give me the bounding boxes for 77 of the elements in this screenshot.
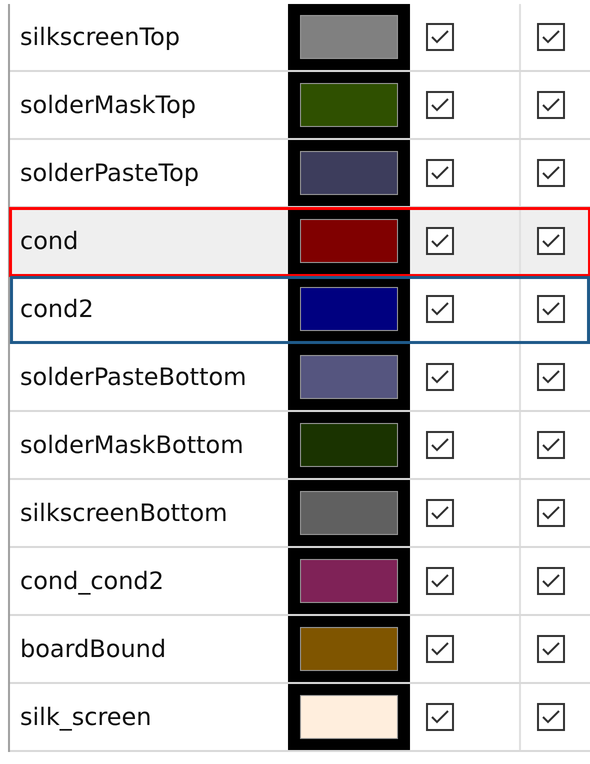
layer-row[interactable]: solderMaskBottom bbox=[10, 412, 590, 480]
checkmark-icon bbox=[430, 97, 450, 113]
checkmark-icon bbox=[541, 97, 561, 113]
checkbox[interactable] bbox=[426, 159, 454, 187]
checkbox[interactable] bbox=[537, 295, 565, 323]
checkbox[interactable] bbox=[537, 567, 565, 595]
checkmark-icon bbox=[430, 233, 450, 249]
checkmark-icon bbox=[541, 709, 561, 725]
layer-name: silkscreenBottom bbox=[20, 498, 228, 529]
checkmark-icon bbox=[541, 233, 561, 249]
layer-name: silkscreenTop bbox=[20, 22, 180, 53]
layer-name: cond_cond2 bbox=[20, 566, 164, 597]
layer-name: silk_screen bbox=[20, 702, 152, 733]
layer-row[interactable]: solderPasteTop bbox=[10, 140, 590, 208]
checkmark-icon bbox=[541, 165, 561, 181]
checkbox[interactable] bbox=[537, 159, 565, 187]
checkmark-icon bbox=[430, 573, 450, 589]
checkmark-icon bbox=[430, 641, 450, 657]
layer-row[interactable]: cond2 bbox=[10, 276, 590, 344]
color-swatch[interactable] bbox=[300, 355, 398, 399]
layer-name: solderPasteTop bbox=[20, 158, 200, 189]
layer-row[interactable]: solderMaskTop bbox=[10, 72, 590, 140]
checkmark-icon bbox=[541, 437, 561, 453]
checkbox[interactable] bbox=[426, 499, 454, 527]
color-swatch[interactable] bbox=[300, 287, 398, 331]
checkbox[interactable] bbox=[426, 431, 454, 459]
layer-row[interactable]: cond_cond2 bbox=[10, 548, 590, 616]
layer-row[interactable]: cond bbox=[10, 208, 590, 276]
checkmark-icon bbox=[430, 709, 450, 725]
color-swatch[interactable] bbox=[300, 627, 398, 671]
checkmark-icon bbox=[430, 437, 450, 453]
checkbox[interactable] bbox=[426, 91, 454, 119]
color-swatch[interactable] bbox=[300, 15, 398, 59]
checkmark-icon bbox=[541, 641, 561, 657]
color-swatch[interactable] bbox=[300, 151, 398, 195]
layer-row[interactable]: solderPasteBottom bbox=[10, 344, 590, 412]
checkbox[interactable] bbox=[537, 227, 565, 255]
layer-name: solderPasteBottom bbox=[20, 362, 247, 393]
color-swatch[interactable] bbox=[300, 491, 398, 535]
checkbox[interactable] bbox=[537, 23, 565, 51]
layer-row[interactable]: silk_screen bbox=[10, 684, 590, 752]
checkmark-icon bbox=[430, 369, 450, 385]
checkbox[interactable] bbox=[537, 703, 565, 731]
color-swatch[interactable] bbox=[300, 219, 398, 263]
checkbox[interactable] bbox=[426, 295, 454, 323]
layer-name: cond bbox=[20, 226, 78, 257]
layer-name: boardBound bbox=[20, 634, 166, 665]
checkmark-icon bbox=[430, 505, 450, 521]
checkmark-icon bbox=[430, 301, 450, 317]
color-swatch[interactable] bbox=[300, 695, 398, 739]
checkmark-icon bbox=[541, 369, 561, 385]
checkmark-icon bbox=[541, 505, 561, 521]
color-swatch[interactable] bbox=[300, 423, 398, 467]
checkbox[interactable] bbox=[426, 635, 454, 663]
color-swatch[interactable] bbox=[300, 83, 398, 127]
checkbox[interactable] bbox=[537, 635, 565, 663]
checkbox[interactable] bbox=[426, 703, 454, 731]
layer-name: cond2 bbox=[20, 294, 94, 325]
checkbox[interactable] bbox=[426, 23, 454, 51]
color-swatch[interactable] bbox=[300, 559, 398, 603]
layer-row[interactable]: silkscreenTop bbox=[10, 4, 590, 72]
checkbox[interactable] bbox=[537, 431, 565, 459]
checkbox[interactable] bbox=[426, 227, 454, 255]
checkmark-icon bbox=[430, 29, 450, 45]
layer-name: solderMaskBottom bbox=[20, 430, 244, 461]
checkmark-icon bbox=[541, 301, 561, 317]
checkbox[interactable] bbox=[426, 567, 454, 595]
checkmark-icon bbox=[541, 573, 561, 589]
checkbox[interactable] bbox=[537, 363, 565, 391]
checkmark-icon bbox=[430, 165, 450, 181]
checkbox[interactable] bbox=[537, 91, 565, 119]
checkbox[interactable] bbox=[426, 363, 454, 391]
checkbox[interactable] bbox=[537, 499, 565, 527]
layer-row[interactable]: silkscreenBottom bbox=[10, 480, 590, 548]
layer-name: solderMaskTop bbox=[20, 90, 196, 121]
layer-row[interactable]: boardBound bbox=[10, 616, 590, 684]
checkmark-icon bbox=[541, 29, 561, 45]
